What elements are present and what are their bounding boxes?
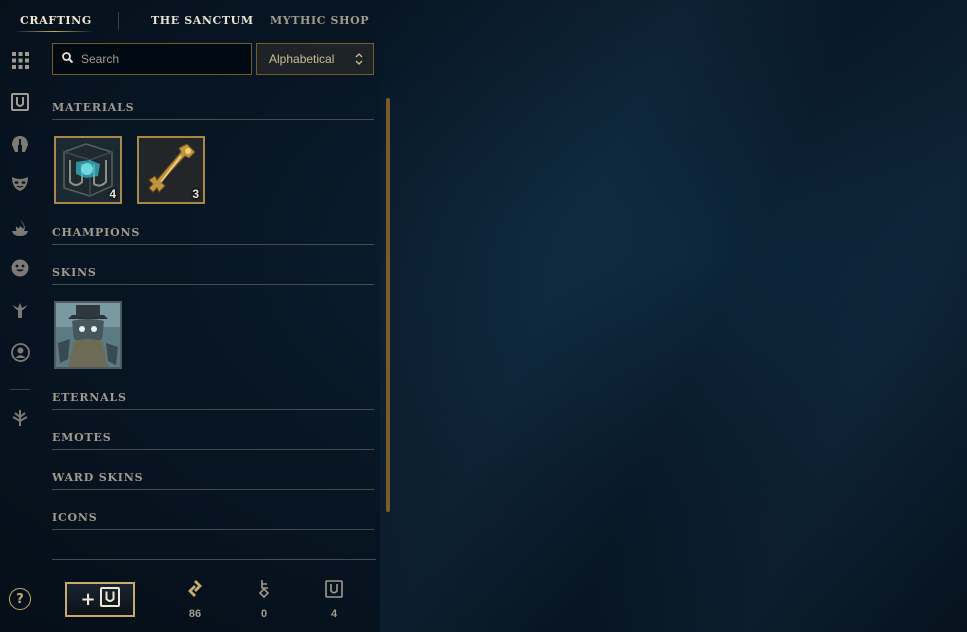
orange-essence-icon (180, 578, 210, 600)
left-rail (0, 40, 40, 632)
tab-crafting[interactable]: CRAFTING (20, 14, 92, 27)
section-emotes[interactable]: EMOTES (52, 431, 374, 450)
search-input[interactable] (81, 52, 241, 66)
skin-shard-tile[interactable] (54, 301, 122, 369)
grid-icon[interactable] (10, 50, 30, 70)
search-field[interactable] (52, 43, 252, 75)
section-divider (52, 284, 374, 285)
rail-separator (10, 389, 30, 390)
emote-face-icon[interactable] (10, 258, 30, 278)
active-tab-underline (14, 31, 94, 32)
section-divider (52, 409, 374, 410)
mask-icon[interactable] (10, 174, 30, 194)
background-sheen (380, 0, 967, 632)
footer-divider (52, 559, 376, 560)
profile-icon[interactable] (10, 342, 30, 362)
key-fragment-counter: 0 (249, 578, 279, 620)
section-materials[interactable]: MATERIALS (52, 101, 374, 120)
section-divider (52, 244, 374, 245)
material-tile-hextech-chest[interactable]: 4 (54, 136, 122, 204)
sort-dropdown[interactable]: Alphabetical (256, 43, 374, 75)
skin-shard-icon (56, 303, 120, 367)
up-down-chevron-icon (355, 52, 363, 66)
section-label: CHAMPIONS (52, 226, 141, 239)
orange-essence-value: 86 (188, 608, 202, 620)
section-eternals[interactable]: ETERNALS (52, 391, 374, 410)
section-skins[interactable]: SKINS (52, 266, 374, 285)
plus-label: + (80, 588, 96, 610)
nav-divider (118, 12, 119, 30)
key-fragment-value: 0 (260, 608, 268, 620)
chest-counter: 4 (319, 578, 349, 620)
chest-icon[interactable] (10, 92, 30, 112)
section-divider (52, 119, 374, 120)
section-ward-skins[interactable]: WARD SKINS (52, 471, 374, 490)
key-fragment-icon (249, 578, 279, 600)
section-label: EMOTES (52, 431, 112, 444)
tab-the-sanctum[interactable]: THE SANCTUM (151, 14, 254, 27)
section-label: SKINS (52, 266, 97, 279)
add-chest-button[interactable]: + (65, 582, 135, 617)
section-label: MATERIALS (52, 101, 135, 114)
tab-mythic-shop[interactable]: MYTHIC SHOP (270, 14, 369, 27)
section-divider (52, 529, 374, 530)
section-label: ICONS (52, 511, 98, 524)
champion-helmet-icon[interactable] (10, 134, 30, 154)
material-tile-hextech-key[interactable]: 3 (137, 136, 205, 204)
material-count: 4 (109, 187, 116, 201)
list-scrollbar[interactable] (386, 98, 390, 512)
orange-essence-counter: 86 (180, 578, 210, 620)
top-navigation: CRAFTING THE SANCTUM MYTHIC SHOP (0, 0, 400, 42)
section-label: ETERNALS (52, 391, 127, 404)
chest-count-value: 4 (330, 608, 338, 620)
search-icon (62, 50, 74, 68)
section-champions[interactable]: CHAMPIONS (52, 226, 374, 245)
ward-icon[interactable] (10, 300, 30, 320)
section-divider (52, 449, 374, 450)
material-count: 3 (192, 187, 199, 201)
section-icons[interactable]: ICONS (52, 511, 374, 530)
flame-icon[interactable] (10, 218, 30, 238)
help-button[interactable]: ? (9, 588, 31, 610)
chest-icon (319, 578, 349, 600)
section-label: WARD SKINS (52, 471, 144, 484)
chest-icon (99, 587, 120, 612)
sort-selected-value: Alphabetical (269, 52, 335, 66)
sword-down-icon[interactable] (10, 408, 30, 428)
section-divider (52, 489, 374, 490)
